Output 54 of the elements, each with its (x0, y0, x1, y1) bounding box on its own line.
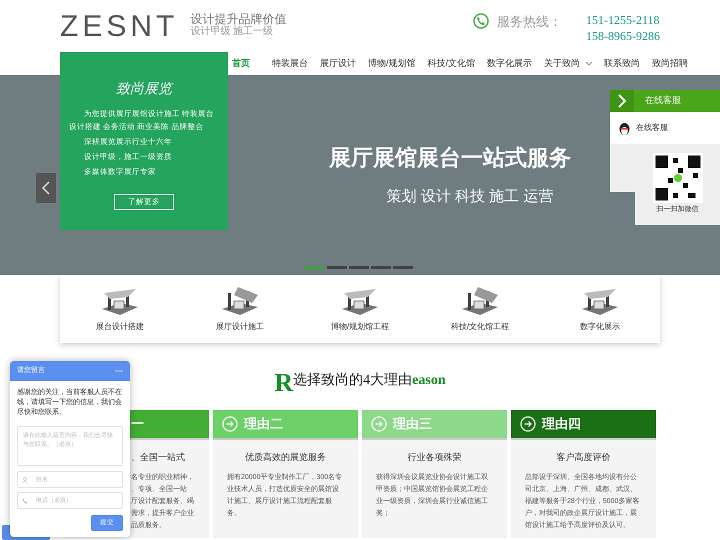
arrow-circle-icon (222, 416, 238, 432)
reason-heading: 理由三 (393, 415, 432, 434)
reason-title: 客户高度评价 (556, 451, 612, 464)
slide-indicator[interactable] (305, 266, 325, 269)
slogan: 设计提升品牌价值 (190, 12, 286, 26)
nav-item[interactable]: 首页 (226, 56, 256, 70)
side-panel-title: 在线客服 (645, 94, 681, 108)
service-link[interactable]: 展厅设计施工 (216, 321, 264, 333)
person-icon (22, 476, 28, 482)
phone-number: 151-1255-2118 (586, 12, 660, 28)
intro-title: 致尚展览 (116, 79, 172, 98)
phone-number: 158-8965-9286 (586, 28, 660, 44)
nav-item[interactable]: 特装展台 (266, 56, 314, 70)
service-link[interactable]: 博物/规划馆工程 (330, 321, 390, 333)
banner-subline: 策划 设计 科技 施工 运营 (386, 187, 554, 208)
chevron-left-icon (42, 181, 50, 195)
reason-heading: 理由四 (542, 415, 581, 434)
nav-item[interactable]: 博物/规划馆 (362, 56, 422, 70)
logo[interactable]: ZESNT (60, 12, 178, 42)
sub-slogan: 设计甲级 施工一级 (190, 26, 274, 38)
service-link[interactable]: 科技/文化馆工程 (450, 321, 510, 333)
slide-indicator[interactable] (371, 266, 391, 269)
title-tail: eason (412, 372, 446, 390)
online-service-link[interactable]: 在线客服 (636, 122, 668, 134)
nav-item[interactable]: 致尚招聘 (646, 56, 694, 70)
caret-icon (586, 62, 592, 66)
slide-indicator[interactable] (327, 266, 347, 269)
nav-item[interactable]: 关于致尚 (538, 56, 598, 70)
banner-headline: 展厅展馆展台一站式服务 (329, 144, 571, 172)
reason-heading: 理由二 (244, 415, 283, 434)
nav-item[interactable]: 科技/文化馆 (422, 56, 482, 70)
reason-title: 、全国一站式 (131, 451, 185, 464)
qr-code (652, 152, 702, 204)
nav-item[interactable]: 数字化展示 (481, 56, 538, 70)
slide-indicator[interactable] (393, 266, 413, 269)
reason-heading: 一 (131, 415, 144, 434)
chevron-right-icon (618, 94, 626, 108)
title-letter: R (274, 369, 294, 397)
arrow-circle-icon (371, 416, 387, 432)
reason-title: 优质高效的展览服务 (244, 451, 327, 464)
service-link[interactable]: 展台设计搭建 (96, 321, 144, 333)
handset-icon (22, 498, 28, 504)
penguin-icon (618, 120, 631, 136)
title-text: 选择致尚的4大理由 (293, 372, 412, 388)
nav-item[interactable]: 展厅设计 (314, 56, 362, 70)
reason-title: 行业各项殊荣 (406, 451, 462, 464)
prev-slide-button[interactable] (36, 173, 56, 203)
hotline-label: 服务热线： (497, 13, 562, 31)
arrow-circle-icon (520, 416, 536, 432)
nav-item[interactable]: 联系致尚 (598, 56, 646, 70)
phone-icon (473, 13, 489, 29)
expand-button[interactable] (610, 90, 634, 112)
slide-indicator[interactable] (349, 266, 369, 269)
service-link[interactable]: 数字化展示 (580, 321, 620, 333)
